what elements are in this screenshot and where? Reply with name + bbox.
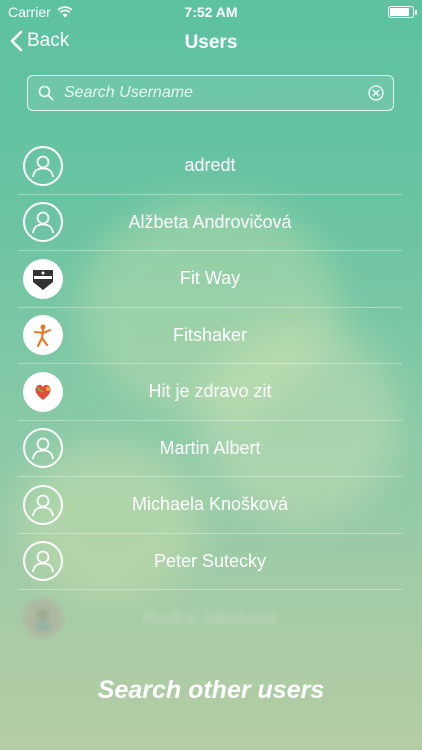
user-row-hit-je-zdravo-zit[interactable]: Hit je zdravo zit — [18, 364, 402, 421]
user-name: Radka Jakobova — [142, 607, 278, 628]
carrier-label: Carrier — [8, 4, 51, 20]
back-button[interactable]: Back — [10, 30, 69, 52]
user-row-martin-albert[interactable]: Martin Albert — [18, 421, 402, 477]
person-placeholder-icon — [23, 484, 63, 525]
search-bar — [27, 75, 394, 111]
user-name: Fitshaker — [172, 324, 248, 345]
fit-way-logo — [23, 258, 63, 299]
user-name: Fit Way — [179, 268, 241, 289]
wifi-icon — [57, 6, 73, 18]
person-placeholder-icon — [23, 145, 63, 186]
search-other-users-button[interactable]: Search other users — [0, 676, 422, 705]
hit-je-zdravo-zit-logo — [23, 371, 63, 412]
person-placeholder-icon — [23, 541, 63, 582]
user-row-radka-jakobova[interactable]: Radka Jakobova — [18, 590, 402, 647]
status-left: Carrier — [8, 4, 73, 20]
search-icon — [28, 75, 64, 111]
user-name: Hit je zdravo zit — [148, 381, 272, 402]
user-row-adredt[interactable]: adredt — [18, 138, 402, 195]
user-photo — [23, 598, 63, 639]
user-name: Martin Albert — [159, 437, 261, 458]
person-placeholder-icon — [23, 202, 63, 243]
chevron-left-icon — [10, 30, 23, 52]
user-name: adredt — [184, 155, 236, 176]
user-row-fitshaker[interactable]: Fitshaker — [18, 308, 402, 364]
user-name: Michaela Knošková — [131, 494, 289, 515]
user-row-fit-way[interactable]: Fit Way — [18, 251, 402, 308]
user-name: Alžbeta Androvičová — [128, 211, 292, 232]
user-row-michaela-knoskova[interactable]: Michaela Knošková — [18, 477, 402, 534]
user-row-peter-sutecky[interactable]: Peter Sutecky — [18, 534, 402, 590]
navigation-bar: Back Users — [0, 24, 422, 64]
status-bar: Carrier 7:52 AM — [0, 0, 422, 24]
clear-search-icon[interactable] — [359, 76, 393, 110]
user-name: Peter Sutecky — [153, 550, 267, 571]
fitshaker-logo — [23, 315, 63, 356]
person-placeholder-icon — [23, 428, 63, 469]
search-input[interactable] — [64, 76, 359, 110]
user-list: adredt Alžbeta Androvičová Fit Way Fitsh… — [18, 138, 402, 647]
back-label: Back — [27, 30, 70, 51]
battery-fill — [390, 8, 409, 16]
user-row-alzbeta-androvicova[interactable]: Alžbeta Androvičová — [18, 195, 402, 251]
battery-icon — [388, 6, 417, 18]
